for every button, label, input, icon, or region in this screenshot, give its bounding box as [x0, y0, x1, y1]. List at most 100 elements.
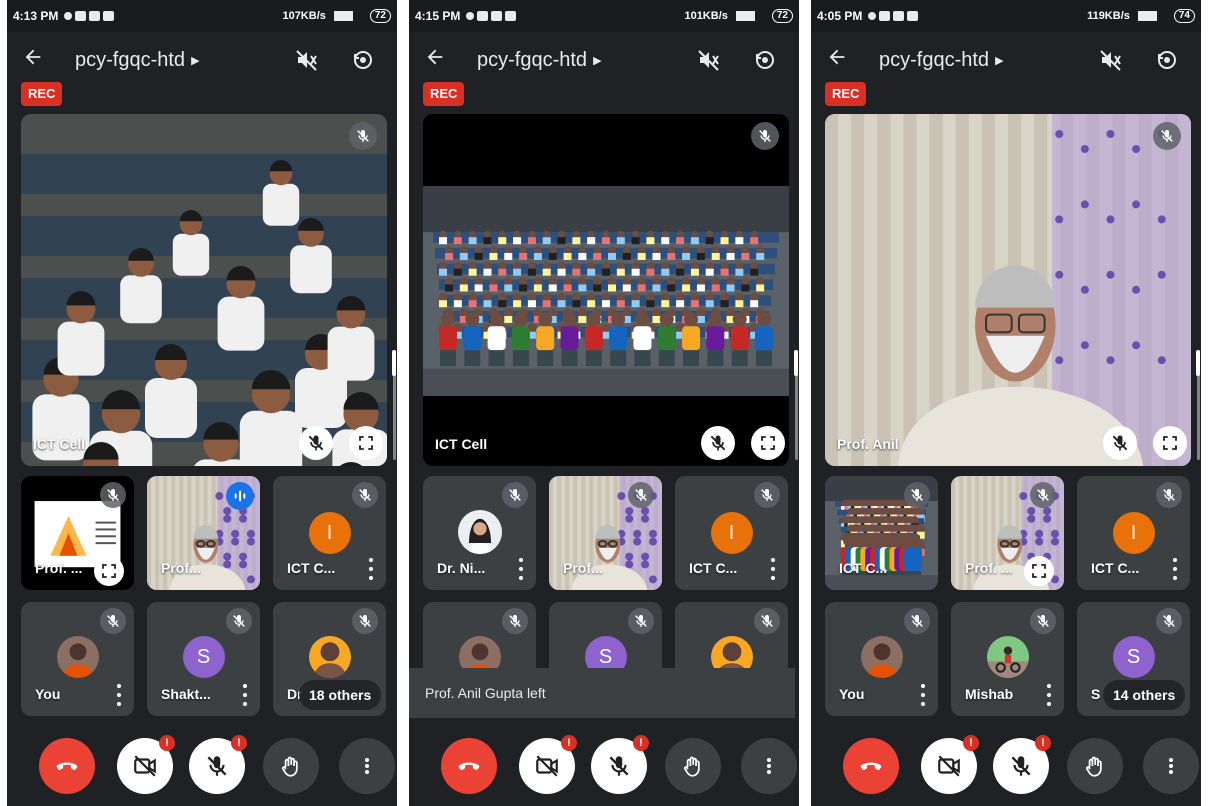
video-toggle-button[interactable]: ! — [921, 735, 979, 794]
meeting-header: pcy-fgqc-htd ▶ — [811, 40, 1201, 80]
chevron-right-icon: ▶ — [191, 54, 200, 67]
mic-off-icon — [349, 122, 377, 150]
mic-off-icon — [628, 608, 654, 634]
mic-toggle-button[interactable]: ! — [993, 735, 1051, 794]
audio-wave-icon — [226, 482, 254, 510]
avatar: S — [182, 636, 225, 678]
participant-name: ICT Cell — [435, 436, 488, 452]
status-right: 107KB/s 72 — [282, 9, 391, 23]
video-off-icon — [534, 753, 560, 779]
recording-badge: REC — [423, 82, 465, 106]
more-options-button[interactable] — [1143, 738, 1199, 794]
alert-badge: ! — [1035, 735, 1051, 751]
mic-off-icon — [100, 608, 126, 634]
avatar — [457, 510, 502, 554]
participant-tile[interactable]: Prof... — [549, 476, 662, 590]
raise-hand-button[interactable] — [263, 738, 319, 794]
participant-tile[interactable]: Mishab — [951, 602, 1064, 716]
mic-off-icon — [100, 482, 126, 508]
main-video-tile[interactable]: ICT Cell — [423, 114, 789, 466]
status-time: 4:13 PM — [13, 9, 59, 23]
others-count-chip[interactable]: 18 others — [299, 680, 382, 710]
more-vert-icon[interactable] — [366, 558, 376, 580]
mic-off-icon[interactable] — [701, 426, 735, 460]
expand-icon[interactable] — [751, 426, 785, 460]
raise-hand-button[interactable] — [665, 738, 721, 794]
battery-level: 74 — [1173, 9, 1195, 23]
participant-tile[interactable]: You — [825, 602, 938, 716]
participant-name: ICT C... — [839, 560, 888, 576]
expand-icon[interactable] — [349, 426, 383, 460]
expand-icon[interactable] — [1153, 426, 1187, 460]
meeting-header: pcy-fgqc-htd ▶ — [7, 40, 397, 80]
more-options-button[interactable] — [741, 738, 797, 794]
status-bar: 4:13 PM 107KB/s 72 — [7, 0, 397, 32]
participant-tile[interactable]: Dr. Ni... — [423, 476, 536, 590]
participant-tile[interactable]: ICT C... — [825, 476, 938, 590]
more-vert-icon[interactable] — [516, 558, 526, 580]
participant-tile[interactable]: Prof... — [147, 476, 260, 590]
participant-tile[interactable]: You — [21, 602, 134, 716]
end-call-button[interactable] — [843, 738, 899, 794]
meeting-code[interactable]: pcy-fgqc-htd ▶ — [75, 49, 200, 72]
avatar: S — [1112, 636, 1155, 678]
speaker-off-icon[interactable] — [293, 48, 321, 72]
speaker-off-icon[interactable] — [695, 48, 723, 72]
more-options-button[interactable] — [339, 738, 395, 794]
scrollbar-thumb[interactable] — [794, 350, 798, 376]
back-arrow-icon[interactable] — [415, 46, 455, 75]
others-count-chip[interactable]: 14 others — [1103, 680, 1186, 710]
meet-icon — [491, 11, 503, 21]
more-vert-icon[interactable] — [240, 684, 250, 706]
main-video-tile[interactable]: ICT Cell — [21, 114, 387, 466]
main-video-tile[interactable]: Prof. Anil — [825, 114, 1191, 466]
participant-tile[interactable]: Prof. ... — [951, 476, 1064, 590]
cast-icon — [75, 11, 87, 21]
mic-toggle-button[interactable]: ! — [189, 735, 247, 794]
chevron-right-icon: ▶ — [995, 54, 1004, 67]
mic-off-icon — [904, 482, 930, 508]
participant-tile[interactable]: I ICT C... — [1077, 476, 1190, 590]
mic-off-icon[interactable] — [1103, 426, 1137, 460]
video-toggle-button[interactable]: ! — [117, 735, 175, 794]
back-arrow-icon[interactable] — [13, 46, 53, 75]
camera-flip-icon[interactable] — [1153, 48, 1181, 72]
mic-off-icon — [502, 608, 528, 634]
mic-off-icon — [751, 122, 779, 150]
notification-icons — [64, 11, 115, 21]
avatar: I — [308, 512, 351, 554]
mic-off-icon — [226, 608, 252, 634]
more-vert-icon[interactable] — [1170, 558, 1180, 580]
meeting-code-text: pcy-fgqc-htd — [477, 48, 588, 71]
more-vert-icon[interactable] — [768, 558, 778, 580]
phone-screen-3: 4:05 PM 119KB/s 74 pcy-fgqc-htd ▶ REC Prof. An… — [811, 0, 1201, 806]
mic-off-icon — [1156, 482, 1182, 508]
camera-flip-icon[interactable] — [751, 48, 779, 72]
scrollbar-thumb[interactable] — [1196, 350, 1200, 376]
scrollbar-thumb[interactable] — [392, 350, 396, 376]
raise-hand-button[interactable] — [1067, 738, 1123, 794]
expand-icon[interactable] — [94, 556, 124, 586]
more-vert-icon[interactable] — [114, 684, 124, 706]
participant-tile[interactable]: S Shakt... — [147, 602, 260, 716]
expand-icon[interactable] — [1024, 556, 1054, 586]
mic-off-icon[interactable] — [299, 426, 333, 460]
participant-tile[interactable]: I ICT C... — [273, 476, 386, 590]
participant-name: Prof... — [161, 560, 201, 576]
end-call-button[interactable] — [441, 738, 497, 794]
more-vert-icon[interactable] — [1044, 684, 1054, 706]
more-vert-icon[interactable] — [918, 684, 928, 706]
mic-toggle-button[interactable]: ! — [591, 735, 649, 794]
camera-flip-icon[interactable] — [349, 48, 377, 72]
participant-tile[interactable]: I ICT C... — [675, 476, 788, 590]
speaker-off-icon[interactable] — [1097, 48, 1125, 72]
participant-tile[interactable]: Prof. ... — [21, 476, 134, 590]
meeting-code-text: pcy-fgqc-htd — [75, 48, 186, 71]
meeting-code[interactable]: pcy-fgqc-htd ▶ — [879, 49, 1004, 72]
network-speed: 107KB/s — [282, 10, 326, 22]
end-call-button[interactable] — [39, 738, 95, 794]
video-toggle-button[interactable]: ! — [519, 735, 577, 794]
back-arrow-icon[interactable] — [817, 46, 857, 75]
meeting-code[interactable]: pcy-fgqc-htd ▶ — [477, 49, 602, 72]
participant-name: Dr. Ni... — [437, 560, 486, 576]
